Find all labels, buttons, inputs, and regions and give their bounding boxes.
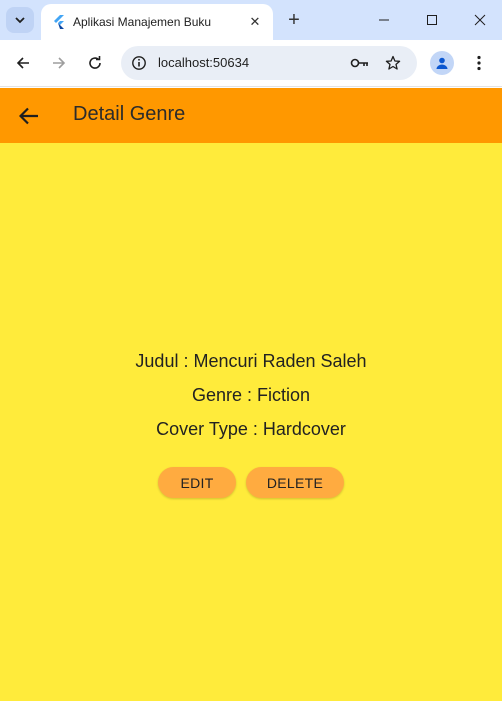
tab-title: Aplikasi Manajemen Buku	[73, 15, 212, 29]
app-bar: Detail Genre	[0, 88, 502, 143]
judul-text: Judul : Mencuri Raden Saleh	[135, 351, 367, 371]
reload-icon[interactable]	[83, 51, 107, 75]
page-title: Detail Genre	[73, 103, 186, 125]
profile-avatar-icon[interactable]	[430, 51, 454, 75]
detail-body: Judul : Mencuri Raden Saleh Genre : Fict…	[0, 143, 502, 701]
tab-strip: Aplikasi Manajemen Buku ✕ +	[0, 0, 502, 40]
tab-search-button[interactable]	[6, 7, 34, 33]
edit-button[interactable]: EDIT	[158, 467, 236, 498]
back-nav-icon[interactable]	[11, 51, 35, 75]
forward-nav-icon[interactable]	[47, 51, 71, 75]
minimize-icon[interactable]	[372, 8, 396, 32]
kebab-menu-icon[interactable]	[467, 51, 491, 75]
site-info-icon[interactable]	[127, 51, 151, 75]
new-tab-button[interactable]: +	[282, 8, 306, 32]
bookmark-star-icon[interactable]	[381, 51, 405, 75]
delete-button[interactable]: DELETE	[246, 467, 344, 498]
cover-type-text: Cover Type : Hardcover	[156, 419, 346, 439]
close-window-icon[interactable]	[468, 8, 492, 32]
flutter-icon	[54, 15, 64, 29]
browser-toolbar: localhost:50634	[0, 40, 502, 87]
address-bar[interactable]: localhost:50634	[121, 46, 417, 80]
genre-text: Genre : Fiction	[191, 385, 311, 405]
maximize-icon[interactable]	[420, 8, 444, 32]
browser-tab[interactable]: Aplikasi Manajemen Buku ✕	[41, 4, 273, 40]
password-key-icon[interactable]	[348, 51, 372, 75]
url-text: localhost:50634	[158, 55, 250, 70]
chevron-down-icon	[15, 17, 25, 24]
close-tab-icon[interactable]: ✕	[245, 12, 265, 32]
back-arrow-icon[interactable]	[16, 103, 42, 129]
